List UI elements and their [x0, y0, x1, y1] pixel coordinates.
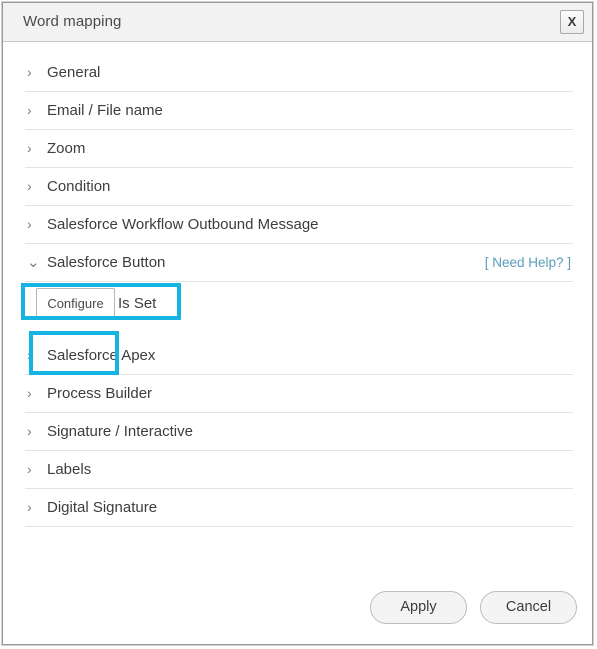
accordion-header-salesforce-workflow-outbound-message[interactable]: › Salesforce Workflow Outbound Message — [25, 206, 573, 243]
need-help-link[interactable]: [ Need Help? ] — [485, 244, 571, 281]
accordion-label: Zoom — [47, 140, 86, 158]
accordion-item-signature-interactive: › Signature / Interactive — [25, 413, 573, 451]
accordion-label: Email / File name — [47, 102, 163, 120]
word-mapping-dialog: Word mapping X › General › Email / File na… — [2, 2, 593, 645]
accordion-item-process-builder: › Process Builder — [25, 375, 573, 413]
chevron-right-icon: › — [27, 461, 32, 478]
accordion-header-zoom[interactable]: › Zoom — [25, 130, 573, 167]
chevron-right-icon: › — [27, 347, 32, 364]
accordion-header-salesforce-apex[interactable]: › Salesforce Apex — [25, 337, 573, 374]
accordion-label: Signature / Interactive — [47, 423, 193, 441]
chevron-right-icon: › — [27, 140, 32, 157]
close-icon[interactable]: X — [560, 10, 584, 34]
accordion-label: Condition — [47, 178, 111, 196]
chevron-right-icon: › — [27, 385, 32, 402]
chevron-right-icon: › — [27, 423, 32, 440]
accordion-item-general: › General — [25, 53, 573, 92]
chevron-down-icon: ⌄ — [27, 254, 40, 272]
accordion-header-salesforce-button[interactable]: ⌄ Salesforce Button [ Need Help? ] — [25, 244, 573, 281]
dialog-title: Word mapping — [23, 13, 122, 30]
accordion-item-labels: › Labels — [25, 451, 573, 489]
accordion-item-salesforce-button: ⌄ Salesforce Button [ Need Help? ] — [25, 244, 573, 282]
accordion-header-labels[interactable]: › Labels — [25, 451, 573, 488]
apply-button[interactable]: Apply — [370, 591, 467, 624]
accordion-label: Digital Signature — [47, 499, 158, 517]
accordion-header-signature-interactive[interactable]: › Signature / Interactive — [25, 413, 573, 450]
accordion-label: Salesforce Workflow Outbound Message — [47, 216, 319, 234]
accordion-item-zoom: › Zoom — [25, 130, 573, 168]
accordion-label: Labels — [47, 461, 92, 479]
word-mapping-accordion: › General › Email / File name › Zoom › Condi… — [25, 53, 573, 527]
dialog-body: › General › Email / File name › Zoom › Condi… — [3, 42, 592, 644]
accordion-header-email-file-name[interactable]: › Email / File name — [25, 92, 573, 129]
chevron-right-icon: › — [27, 216, 32, 233]
accordion-header-digital-signature[interactable]: › Digital Signature — [25, 489, 573, 526]
chevron-right-icon: › — [27, 102, 32, 119]
accordion-item-email-file-name: › Email / File name — [25, 92, 573, 130]
accordion-item-salesforce-apex: › Salesforce Apex — [25, 337, 573, 375]
accordion-label: General — [47, 64, 101, 82]
accordion-header-process-builder[interactable]: › Process Builder — [25, 375, 573, 412]
chevron-right-icon: › — [27, 499, 32, 516]
chevron-right-icon: › — [27, 64, 32, 81]
chevron-right-icon: › — [27, 178, 32, 195]
accordion-header-condition[interactable]: › Condition — [25, 168, 573, 205]
configure-button[interactable]: Configure — [36, 288, 115, 319]
dialog-footer: Apply Cancel — [3, 574, 592, 644]
accordion-label: Salesforce Apex — [47, 347, 156, 365]
dialog-titlebar: Word mapping X — [3, 3, 592, 42]
accordion-header-general[interactable]: › General — [25, 54, 573, 91]
accordion-label: Salesforce Button — [47, 254, 166, 272]
accordion-item-salesforce-workflow-outbound-message: › Salesforce Workflow Outbound Message — [25, 206, 573, 244]
cancel-button[interactable]: Cancel — [480, 591, 577, 624]
salesforce-button-status: Is Set — [118, 295, 157, 312]
accordion-item-digital-signature: › Digital Signature — [25, 489, 573, 527]
salesforce-button-panel: Configure Is Set — [25, 282, 573, 337]
accordion-item-condition: › Condition — [25, 168, 573, 206]
accordion-label: Process Builder — [47, 385, 153, 403]
